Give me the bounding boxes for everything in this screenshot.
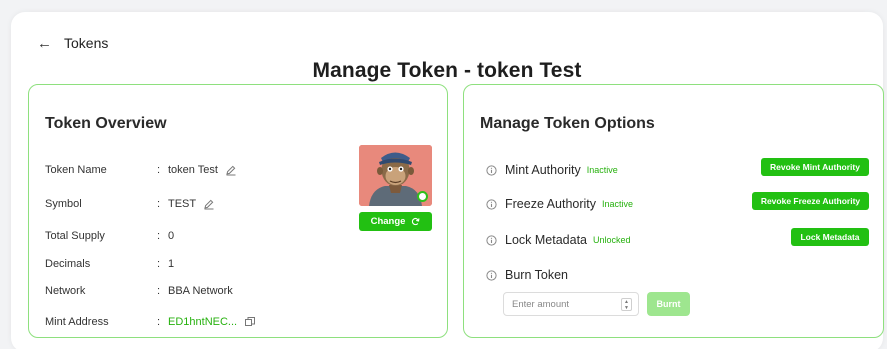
back-nav[interactable]: ← Tokens — [37, 34, 108, 52]
field-colon: : — [157, 230, 161, 242]
freeze-authority-status: Inactive — [602, 199, 634, 209]
field-colon: : — [157, 198, 161, 210]
back-label[interactable]: Tokens — [64, 35, 108, 51]
info-icon — [486, 198, 497, 210]
change-image-button[interactable]: Change — [359, 212, 432, 231]
field-value: TEST — [168, 198, 215, 210]
field-total-supply: Total Supply : 0 — [45, 228, 174, 244]
field-colon: : — [157, 258, 161, 270]
field-label: Decimals — [45, 258, 91, 270]
field-value: token Test — [168, 164, 237, 176]
network-value: BBA Network — [168, 285, 233, 297]
page-title: Manage Token - token Test — [312, 59, 582, 82]
lock-metadata-label: Lock Metadata — [505, 233, 587, 247]
manage-options-title: Manage Token Options — [480, 115, 655, 132]
back-arrow-icon[interactable]: ← — [37, 36, 52, 51]
option-freeze-authority: Freeze Authority Inactive — [486, 195, 633, 213]
token-name-value: token Test — [168, 164, 218, 176]
mint-authority-label: Mint Authority — [505, 163, 581, 177]
refresh-badge-icon — [417, 191, 428, 202]
edit-icon[interactable] — [225, 164, 237, 176]
field-symbol: Symbol : TEST — [45, 196, 215, 212]
freeze-authority-label: Freeze Authority — [505, 197, 597, 211]
field-value: ED1hntNEC... — [168, 316, 256, 328]
field-colon: : — [157, 316, 161, 328]
revoke-mint-authority-button[interactable]: Revoke Mint Authority — [761, 158, 869, 176]
field-token-name: Token Name : token Test — [45, 162, 237, 178]
field-colon: : — [157, 164, 161, 176]
mint-address-link[interactable]: ED1hntNEC... — [168, 316, 237, 328]
field-colon: : — [157, 285, 161, 297]
field-network: Network : BBA Network — [45, 283, 233, 299]
refresh-icon — [412, 217, 420, 226]
main-card: ← Tokens Manage Token - token Test Token… — [11, 12, 884, 349]
field-mint-address: Mint Address : ED1hntNEC... — [45, 314, 256, 330]
info-icon — [486, 164, 497, 176]
symbol-value: TEST — [168, 198, 197, 210]
change-button-label: Change — [370, 216, 406, 227]
copy-icon[interactable] — [244, 316, 256, 328]
revoke-freeze-authority-button[interactable]: Revoke Freeze Authority — [752, 192, 869, 210]
burn-amount-input[interactable] — [512, 298, 612, 310]
decimals-value: 1 — [168, 258, 175, 270]
stepper-down-icon[interactable]: ▼ — [624, 305, 629, 311]
total-supply-value: 0 — [168, 230, 175, 242]
mint-authority-status: Inactive — [586, 165, 618, 175]
edit-icon[interactable] — [203, 198, 215, 210]
option-burn-token: Burn Token — [486, 266, 568, 284]
option-mint-authority: Mint Authority Inactive — [486, 161, 618, 179]
quantity-stepper[interactable]: ▲ ▼ — [621, 298, 632, 311]
field-label: Total Supply — [45, 230, 105, 242]
field-decimals: Decimals : 1 — [45, 256, 174, 272]
field-label: Mint Address — [45, 316, 109, 328]
info-icon — [486, 234, 497, 246]
field-label: Network — [45, 285, 86, 297]
token-image — [359, 145, 432, 206]
option-lock-metadata: Lock Metadata Unlocked — [486, 231, 631, 249]
info-icon — [486, 269, 497, 281]
token-overview-title: Token Overview — [45, 115, 167, 132]
burn-token-label: Burn Token — [505, 268, 569, 282]
burn-amount-field[interactable]: ▲ ▼ — [503, 292, 639, 316]
manage-options-panel: Manage Token Options Mint Authority Inac… — [463, 84, 884, 338]
lock-metadata-status: Unlocked — [593, 235, 631, 245]
field-label: Token Name — [45, 164, 107, 176]
lock-metadata-button[interactable]: Lock Metadata — [791, 228, 869, 246]
field-label: Symbol — [45, 198, 82, 210]
burn-button[interactable]: Burnt — [647, 292, 690, 316]
token-overview-panel: Token Overview Token Name : token Test S… — [28, 84, 448, 338]
